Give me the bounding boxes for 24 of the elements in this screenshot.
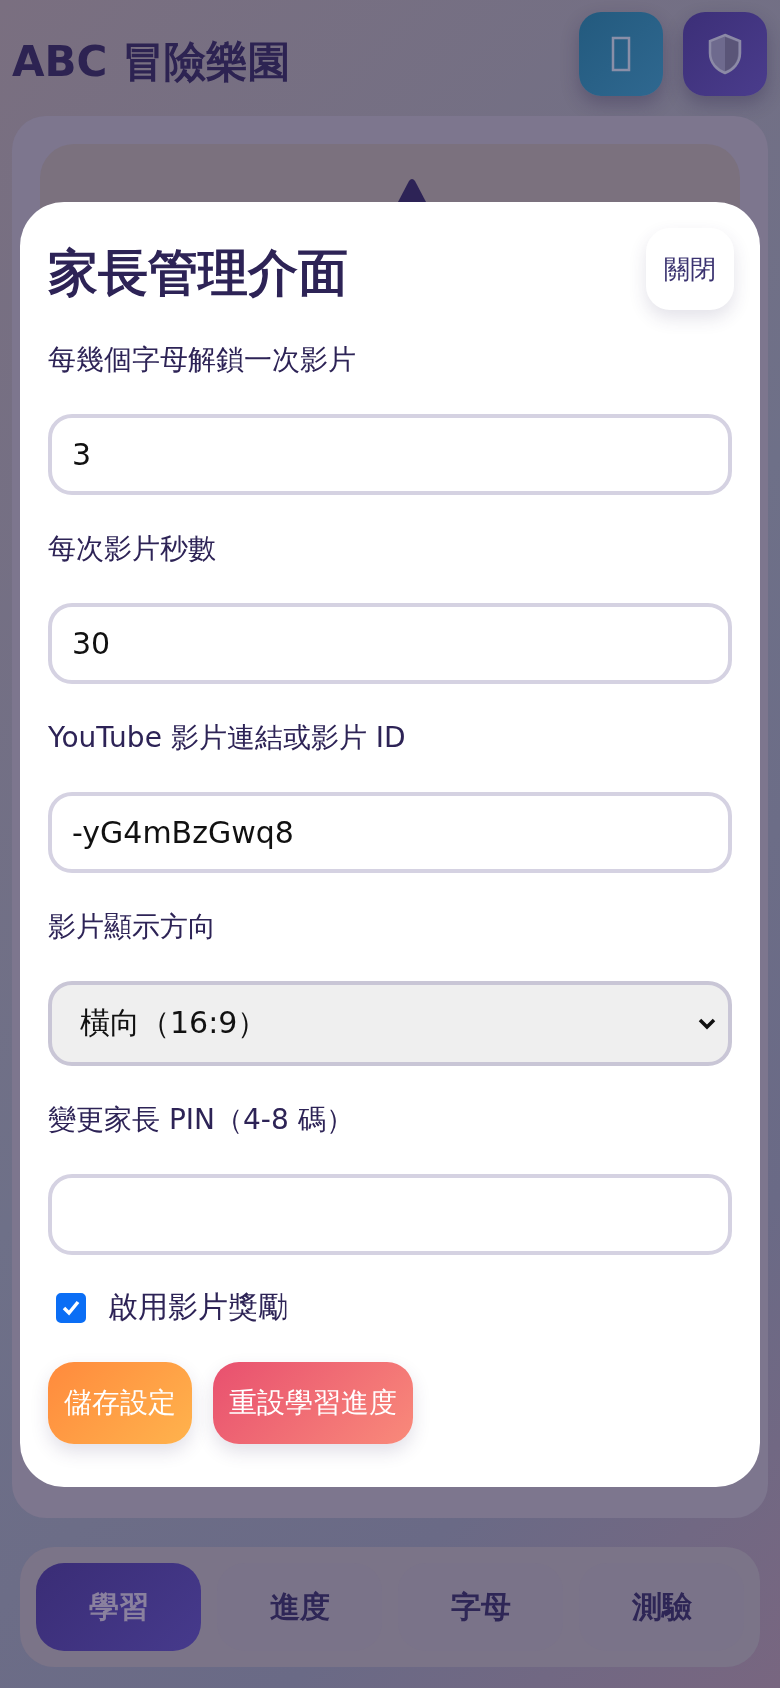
save-button[interactable]: 儲存設定 bbox=[48, 1362, 192, 1444]
field-label: 影片顯示方向 bbox=[48, 909, 217, 945]
field-label: 變更家長 PIN（4-8 碼） bbox=[48, 1102, 355, 1138]
app-logo: ABC 冒險樂園 bbox=[12, 36, 290, 88]
checkbox[interactable] bbox=[56, 1292, 86, 1323]
missing-glyph-button[interactable] bbox=[579, 12, 663, 96]
nav-tab[interactable]: 學習 bbox=[36, 1563, 201, 1651]
close-button[interactable]: 關閉 bbox=[646, 228, 734, 310]
dropdown-field[interactable]: 橫向（16:9） bbox=[48, 981, 732, 1066]
field-label: 每幾個字母解鎖一次影片 bbox=[48, 342, 357, 378]
dialog-title: 家長管理介面 bbox=[48, 243, 348, 304]
checkbox-label: 啟用影片獎勵 bbox=[108, 1288, 288, 1326]
checkmark-icon bbox=[62, 1299, 80, 1316]
reset-button[interactable]: 重設學習進度 bbox=[213, 1362, 413, 1444]
input-field[interactable]: 3 bbox=[48, 414, 732, 495]
input-field[interactable]: 30 bbox=[48, 603, 732, 684]
parent-shield-button[interactable] bbox=[683, 12, 767, 96]
field-label: 每次影片秒數 bbox=[48, 531, 217, 567]
chevron-down-icon bbox=[698, 1017, 716, 1030]
field-label: YouTube 影片連結或影片 ID bbox=[48, 720, 407, 756]
input-field[interactable] bbox=[48, 1174, 732, 1255]
input-field[interactable]: -yG4mBzGwq8 bbox=[48, 792, 732, 873]
glyph-box-icon bbox=[611, 36, 631, 72]
shield-icon bbox=[707, 33, 743, 75]
